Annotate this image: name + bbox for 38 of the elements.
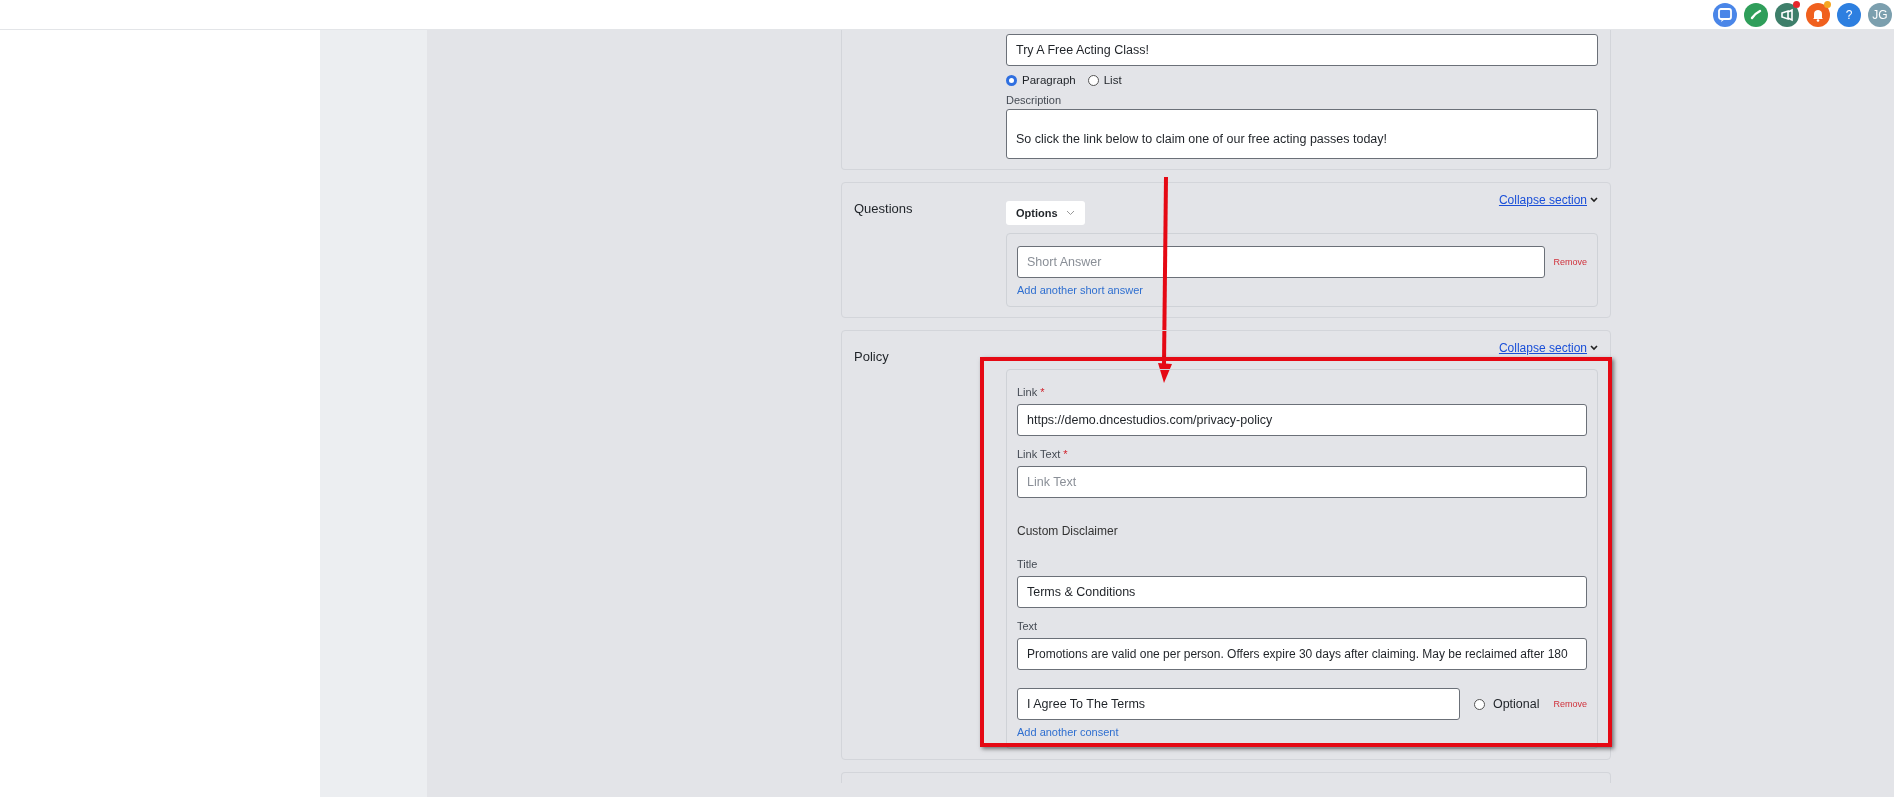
help-icon[interactable]: ? (1837, 2, 1861, 27)
description-field[interactable]: So click the link below to claim one of our free acting passes today! (1006, 109, 1598, 159)
remove-link[interactable]: Remove (1553, 257, 1587, 267)
radio-label: Optional (1492, 697, 1540, 711)
chat-icon[interactable] (1713, 2, 1737, 27)
radio-button[interactable] (1473, 698, 1485, 710)
radio-label: Paragraph (1022, 74, 1076, 86)
answer-field[interactable]: Short Answer (1017, 246, 1546, 278)
link-field[interactable]: https://demo.dncestudios.com/privacy-policy (1017, 404, 1587, 436)
section-title: Questions (854, 200, 914, 216)
field-label: Link * (1017, 386, 1046, 398)
options-dropdown[interactable]: Options (1006, 201, 1085, 225)
radio-button[interactable] (1006, 74, 1017, 86)
bell-icon[interactable] (1806, 2, 1830, 27)
disclaimer-text-field[interactable]: Promotions are valid one per person. Offers expire 30 days after claiming. May be reclaimed after 180 (1017, 638, 1587, 670)
disclaimer-title-field[interactable]: Terms & Conditions (1017, 576, 1587, 608)
field-label: Text (1017, 620, 1039, 632)
add-answer-link[interactable]: Add another short answer (1017, 284, 1143, 296)
add-consent-link[interactable]: Add another consent (1017, 726, 1119, 738)
chevron-down-icon (1590, 345, 1598, 351)
collapse-link[interactable]: Collapse section (1498, 193, 1598, 207)
subsection-heading: Custom Disclaimer (1017, 524, 1119, 538)
chevron-down-icon (1590, 197, 1598, 203)
title-field[interactable]: Try A Free Acting Class! (1006, 34, 1598, 66)
avatar[interactable]: JG (1868, 2, 1892, 27)
radio-button[interactable] (1087, 74, 1099, 86)
megaphone-icon[interactable] (1775, 2, 1799, 27)
section-title: Policy (854, 348, 890, 364)
radio-label: List (1103, 74, 1122, 86)
field-label: Description (1006, 94, 1063, 106)
chevron-down-icon (1065, 210, 1075, 216)
consent-field[interactable]: I Agree To The Terms (1017, 688, 1460, 720)
collapse-link[interactable]: Collapse section (1498, 341, 1598, 355)
field-label: Link Text * (1017, 448, 1069, 460)
phone-icon[interactable] (1744, 2, 1768, 27)
field-label: Title (1017, 558, 1039, 570)
remove-link[interactable]: Remove (1553, 699, 1587, 709)
link-text-field[interactable]: Link Text (1017, 466, 1587, 498)
